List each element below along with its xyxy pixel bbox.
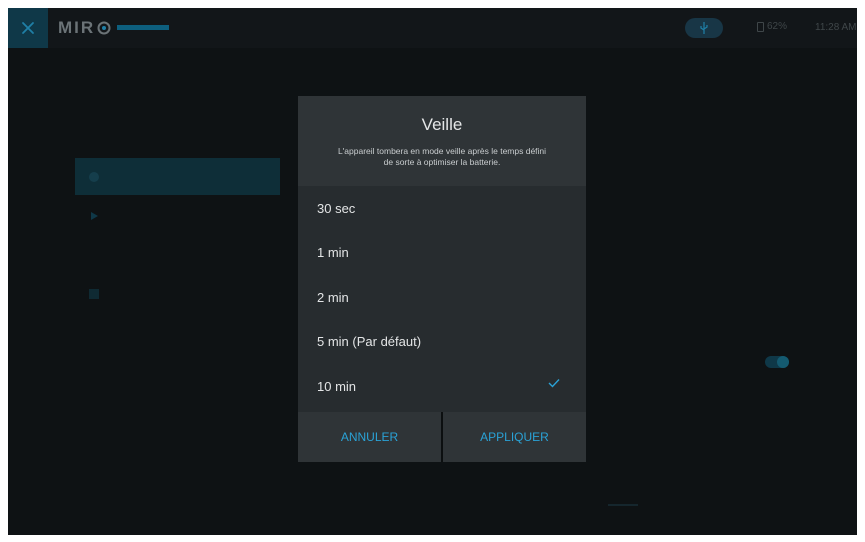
dialog-footer: ANNULER APPLIQUER [298, 412, 586, 462]
menu-item[interactable] [75, 275, 280, 312]
top-bar: MIR 62% 11:28 AM [8, 8, 857, 48]
apply-button[interactable]: APPLIQUER [443, 412, 586, 462]
battery-text: 62% [767, 21, 788, 32]
sleep-options-list: 30 sec 1 min 2 min 5 min (Par défaut) 10… [298, 186, 586, 409]
menu-item[interactable] [75, 353, 280, 390]
battery-status: 62% [757, 21, 787, 32]
background-toggle[interactable] [765, 356, 789, 368]
cancel-button[interactable]: ANNULER [298, 412, 441, 462]
option-label: 1 min [317, 245, 349, 261]
dialog-title: Veille [421, 115, 463, 134]
miro-logo: MIR [58, 18, 170, 37]
description-line: L'appareil tombera en mode veille après … [337, 146, 547, 156]
logo-text: MIR [58, 18, 96, 37]
usb-icon [700, 22, 708, 34]
clock: 11:28 AM [815, 22, 857, 33]
menu-item[interactable] [75, 236, 280, 273]
close-button[interactable] [8, 8, 48, 48]
checkmark-icon [548, 379, 560, 388]
menu-icon [89, 171, 99, 182]
play-icon [91, 211, 98, 220]
dialog-header: Veille L'appareil tombera en mode veille… [298, 96, 586, 186]
settings-menu [75, 158, 280, 392]
option-2-min[interactable]: 2 min [298, 275, 586, 320]
option-30-sec[interactable]: 30 sec [298, 186, 586, 231]
menu-icon [89, 288, 99, 299]
device-screen: MIR 62% 11:28 AM Veille L'appareil tombe… [8, 8, 857, 535]
close-icon [22, 22, 34, 34]
option-1-min[interactable]: 1 min [298, 231, 586, 276]
sleep-dialog: Veille L'appareil tombera en mode veille… [298, 96, 586, 462]
option-label: 2 min [317, 289, 349, 305]
dialog-description: L'appareil tombera en mode veille après … [312, 146, 572, 168]
menu-item-active[interactable] [75, 158, 280, 195]
description-line: de sorte à optimiser la batterie. [383, 157, 501, 167]
bottom-indicator [608, 504, 638, 506]
usb-status [685, 18, 723, 38]
option-5-min-default[interactable]: 5 min (Par défaut) [298, 320, 586, 365]
option-label: 5 min (Par défaut) [317, 334, 422, 350]
menu-item[interactable] [75, 197, 280, 234]
option-label: 30 sec [317, 200, 356, 216]
logo-bar [117, 24, 170, 30]
menu-item[interactable] [75, 314, 280, 351]
option-label: 10 min [317, 378, 357, 394]
battery-icon [757, 21, 764, 32]
logo-mark-icon [97, 21, 111, 35]
option-10-min[interactable]: 10 min [298, 364, 586, 409]
